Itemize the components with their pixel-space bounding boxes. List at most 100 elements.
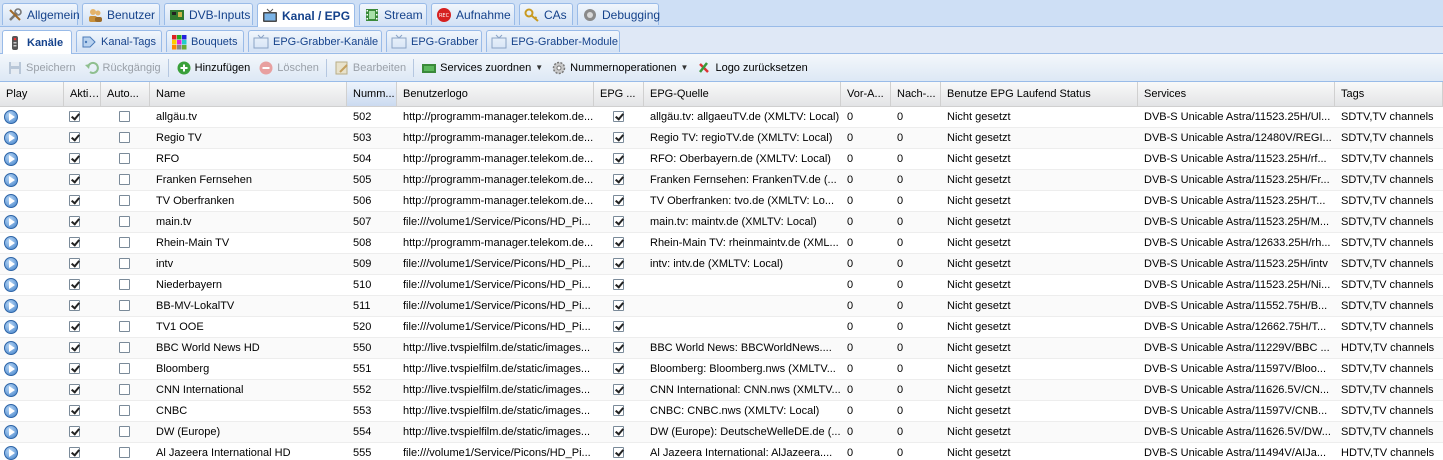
auto-checkbox[interactable] xyxy=(119,195,130,206)
add-button[interactable]: Hinzufügen xyxy=(172,57,255,79)
map-services-button[interactable]: Services zuordnen ▼ xyxy=(417,57,547,79)
epg-checkbox[interactable] xyxy=(613,279,624,290)
epg-checkbox[interactable] xyxy=(613,237,624,248)
auto-checkbox[interactable] xyxy=(119,321,130,332)
play-icon[interactable] xyxy=(4,152,18,166)
reset-logo-button[interactable]: Logo zurücksetzen xyxy=(692,57,811,79)
enabled-checkbox[interactable] xyxy=(69,111,80,122)
play-icon[interactable] xyxy=(4,404,18,418)
auto-checkbox[interactable] xyxy=(119,426,130,437)
column-header-epg-source[interactable]: EPG-Quelle xyxy=(644,82,841,106)
tab-kanal-tags[interactable]: Kanal-Tags xyxy=(76,30,162,52)
number-operations-button[interactable]: Nummernoperationen ▼ xyxy=(547,57,692,79)
epg-checkbox[interactable] xyxy=(613,447,624,458)
save-button[interactable]: Speichern xyxy=(3,57,80,79)
table-row[interactable]: TV1 OOE 520 file:///volume1/Service/Picons… xyxy=(0,317,1443,338)
epg-checkbox[interactable] xyxy=(613,111,624,122)
auto-checkbox[interactable] xyxy=(119,279,130,290)
table-row[interactable]: intv 509 file:///volume1/Service/Picons/HD… xyxy=(0,254,1443,275)
play-icon[interactable] xyxy=(4,110,18,124)
tab-epg-grabber[interactable]: EPG-Grabber xyxy=(386,30,482,52)
column-header-auto[interactable]: Auto... xyxy=(101,82,150,106)
play-icon[interactable] xyxy=(4,425,18,439)
tab-aufnahme[interactable]: REC Aufnahme xyxy=(431,3,515,25)
epg-checkbox[interactable] xyxy=(613,258,624,269)
table-row[interactable]: DW (Europe) 554 http://live.tvspielfilm.de… xyxy=(0,422,1443,443)
column-header-enabled[interactable]: Aktiviert xyxy=(64,82,101,106)
enabled-checkbox[interactable] xyxy=(69,447,80,458)
column-header-pre[interactable]: Vor-A... xyxy=(841,82,891,106)
enabled-checkbox[interactable] xyxy=(69,300,80,311)
tab-debugging[interactable]: Debugging xyxy=(577,3,660,25)
enabled-checkbox[interactable] xyxy=(69,153,80,164)
epg-checkbox[interactable] xyxy=(613,300,624,311)
auto-checkbox[interactable] xyxy=(119,384,130,395)
table-row[interactable]: CNBC 553 http://live.tvspielfilm.de/static… xyxy=(0,401,1443,422)
epg-checkbox[interactable] xyxy=(613,132,624,143)
delete-button[interactable]: Löschen xyxy=(254,57,323,79)
play-icon[interactable] xyxy=(4,215,18,229)
auto-checkbox[interactable] xyxy=(119,447,130,458)
epg-checkbox[interactable] xyxy=(613,426,624,437)
epg-checkbox[interactable] xyxy=(613,342,624,353)
enabled-checkbox[interactable] xyxy=(69,174,80,185)
column-header-epg-running-status[interactable]: Benutze EPG Laufend Status xyxy=(941,82,1138,106)
play-icon[interactable] xyxy=(4,446,18,460)
tab-dvb-inputs[interactable]: DVB-Inputs xyxy=(164,3,253,25)
table-row[interactable]: Franken Fernsehen 505 http://programm-mana… xyxy=(0,170,1443,191)
column-header-number[interactable]: Numm... xyxy=(347,82,397,106)
enabled-checkbox[interactable] xyxy=(69,405,80,416)
edit-button[interactable]: Bearbeiten xyxy=(330,57,410,79)
table-row[interactable]: Niederbayern 510 file:///volume1/Service/P… xyxy=(0,275,1443,296)
enabled-checkbox[interactable] xyxy=(69,384,80,395)
play-icon[interactable] xyxy=(4,257,18,271)
tab-benutzer[interactable]: Benutzer xyxy=(82,3,160,25)
table-row[interactable]: main.tv 507 file:///volume1/Service/Picons… xyxy=(0,212,1443,233)
enabled-checkbox[interactable] xyxy=(69,195,80,206)
play-icon[interactable] xyxy=(4,173,18,187)
tab-kanal-epg[interactable]: Kanal / EPG xyxy=(257,3,355,27)
enabled-checkbox[interactable] xyxy=(69,258,80,269)
epg-checkbox[interactable] xyxy=(613,174,624,185)
epg-checkbox[interactable] xyxy=(613,405,624,416)
enabled-checkbox[interactable] xyxy=(69,342,80,353)
enabled-checkbox[interactable] xyxy=(69,426,80,437)
table-row[interactable]: allgäu.tv 502 http://programm-manager.tele… xyxy=(0,107,1443,128)
play-icon[interactable] xyxy=(4,194,18,208)
auto-checkbox[interactable] xyxy=(119,405,130,416)
tab-kanaele[interactable]: Kanäle xyxy=(2,30,72,54)
tab-epg-grabber-module[interactable]: EPG-Grabber-Module xyxy=(486,30,620,52)
table-row[interactable]: Regio TV 503 http://programm-manager.telek… xyxy=(0,128,1443,149)
table-row[interactable]: Bloomberg 551 http://live.tvspielfilm.de/s… xyxy=(0,359,1443,380)
auto-checkbox[interactable] xyxy=(119,342,130,353)
table-row[interactable]: Al Jazeera International HD 555 file:///vo… xyxy=(0,443,1443,460)
auto-checkbox[interactable] xyxy=(119,132,130,143)
table-row[interactable]: TV Oberfranken 506 http://programm-manager… xyxy=(0,191,1443,212)
auto-checkbox[interactable] xyxy=(119,174,130,185)
auto-checkbox[interactable] xyxy=(119,258,130,269)
play-icon[interactable] xyxy=(4,383,18,397)
play-icon[interactable] xyxy=(4,362,18,376)
epg-checkbox[interactable] xyxy=(613,363,624,374)
table-row[interactable]: BBC World News HD 550 http://live.tvspielf… xyxy=(0,338,1443,359)
table-row[interactable]: Rhein-Main TV 508 http://programm-manager.… xyxy=(0,233,1443,254)
auto-checkbox[interactable] xyxy=(119,363,130,374)
auto-checkbox[interactable] xyxy=(119,153,130,164)
epg-checkbox[interactable] xyxy=(613,216,624,227)
auto-checkbox[interactable] xyxy=(119,111,130,122)
epg-checkbox[interactable] xyxy=(613,321,624,332)
undo-button[interactable]: Rückgängig xyxy=(80,57,165,79)
tab-allgemein[interactable]: Allgemein xyxy=(2,3,80,25)
table-row[interactable]: BB-MV-LokalTV 511 file:///volume1/Service/… xyxy=(0,296,1443,317)
table-row[interactable]: RFO 504 http://programm-manager.telekom.de… xyxy=(0,149,1443,170)
enabled-checkbox[interactable] xyxy=(69,237,80,248)
play-icon[interactable] xyxy=(4,299,18,313)
column-header-play[interactable]: Play xyxy=(0,82,64,106)
play-icon[interactable] xyxy=(4,320,18,334)
auto-checkbox[interactable] xyxy=(119,300,130,311)
column-header-post[interactable]: Nach-... xyxy=(891,82,941,106)
table-row[interactable]: CNN International 552 http://live.tvspielf… xyxy=(0,380,1443,401)
epg-checkbox[interactable] xyxy=(613,195,624,206)
play-icon[interactable] xyxy=(4,278,18,292)
tab-cas[interactable]: CAs xyxy=(519,3,573,25)
